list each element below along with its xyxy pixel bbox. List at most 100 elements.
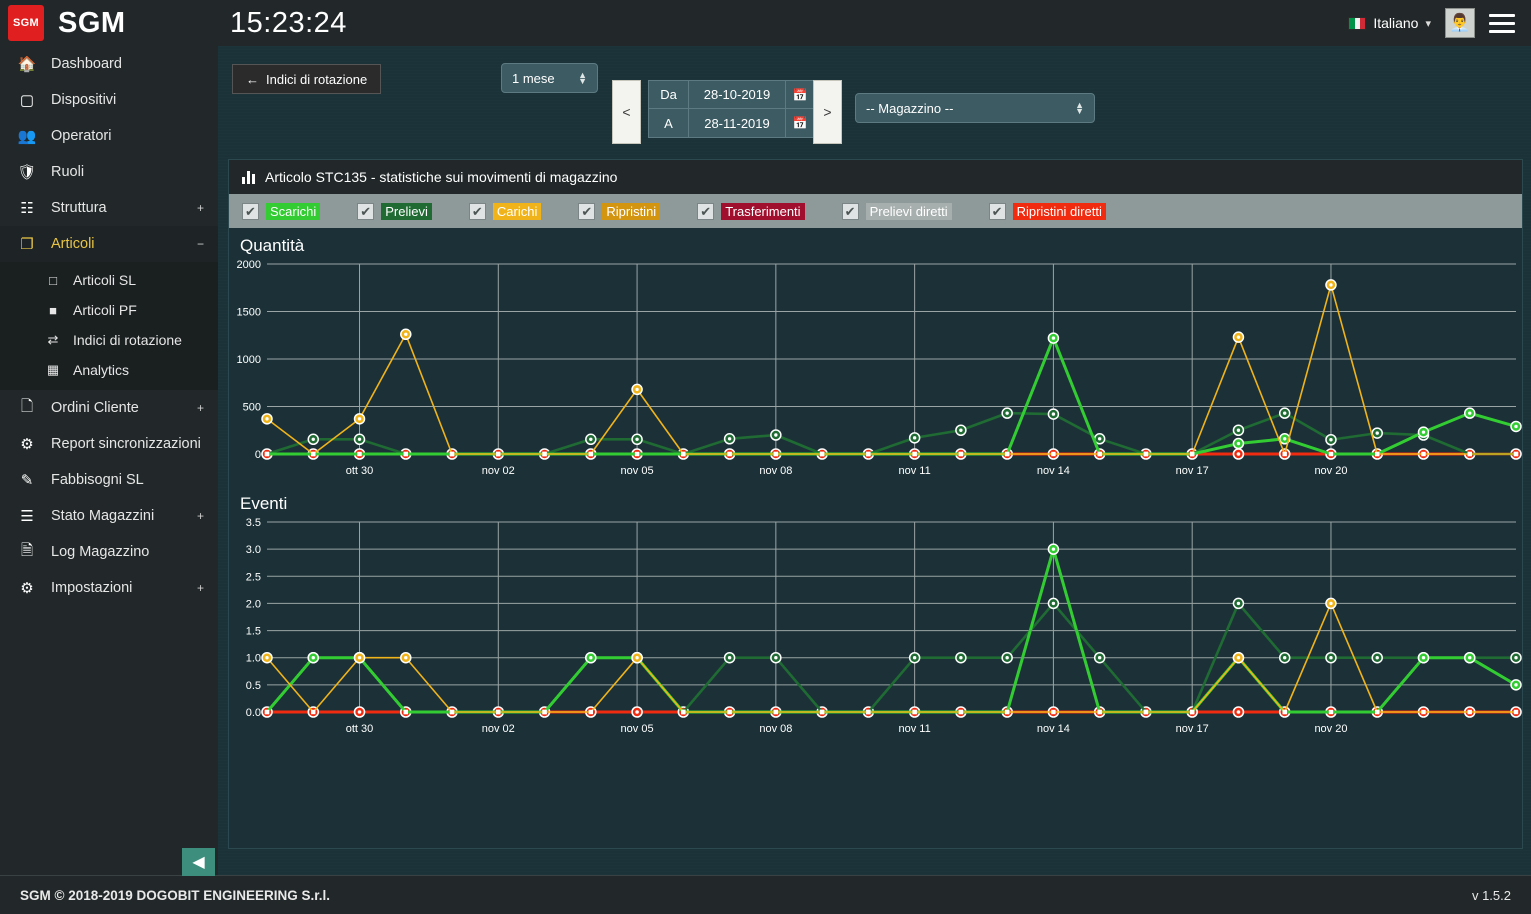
cogs-icon: ⚙ xyxy=(20,436,34,453)
sidebar-submenu-articoli: □ Articoli SL ■ Articoli PF ⇄ Indici di … xyxy=(0,262,218,390)
sidebar-item-label: Dashboard xyxy=(51,56,122,72)
calendar-icon[interactable]: 📅 xyxy=(786,81,814,108)
expand-plus-icon[interactable]: + xyxy=(197,401,204,415)
sidebar-item-label: Articoli xyxy=(51,236,95,252)
sidebar-item-stato-magazzini[interactable]: ☰ Stato Magazzini + xyxy=(0,498,218,534)
sidebar-item-impostazioni[interactable]: ⚙ Impostazioni + xyxy=(0,570,218,606)
sidebar-collapse-button[interactable]: ◀ xyxy=(182,848,215,876)
expand-plus-icon[interactable]: + xyxy=(197,581,204,595)
sidebar-item-label: Stato Magazzini xyxy=(51,508,155,524)
checkbox-icon[interactable]: ✔ xyxy=(697,202,715,220)
chevron-down-icon: ▾ xyxy=(1425,17,1431,30)
expand-plus-icon[interactable]: + xyxy=(197,509,204,523)
sidebar-subitem-label: Articoli PF xyxy=(73,302,137,318)
tablet-icon: ▢ xyxy=(19,92,35,109)
chart-quantita-svg[interactable]: 0 500 1000 1500 2000 ott 30 nov 02 nov 05 nov 08… xyxy=(229,256,1522,486)
legend-item-prelievi-diretti[interactable]: ✔ Prelievi diretti xyxy=(841,202,952,220)
svg-text:2000: 2000 xyxy=(237,259,261,271)
svg-text:3.0: 3.0 xyxy=(246,544,261,556)
svg-text:nov 05: nov 05 xyxy=(621,465,654,477)
warehouse-select[interactable]: -- Magazzino -- ▲ ▼ xyxy=(855,93,1095,123)
sidebar-item-label: Dispositivi xyxy=(51,92,117,108)
chart-quantita: Quantità 0 500 1000 1500 2000 ott 30 nov 02 nov… xyxy=(229,228,1522,486)
legend-label: Carichi xyxy=(492,202,542,220)
sidebar-item-label: Ruoli xyxy=(51,164,85,180)
sidebar-item-ruoli[interactable]: 🛡 Ruoli xyxy=(0,154,218,190)
italy-flag-icon xyxy=(1348,16,1367,30)
sidebar-item-articoli-pf[interactable]: ■ Articoli PF xyxy=(0,295,218,325)
sidebar-item-dispositivi[interactable]: ▢ Dispositivi xyxy=(0,82,218,118)
legend-label: Ripristini xyxy=(602,202,661,220)
checkbox-icon[interactable]: ✔ xyxy=(468,202,486,220)
sidebar-item-label: Report sincronizzazioni xyxy=(51,436,201,452)
prev-period-button[interactable]: < xyxy=(612,80,641,144)
checkbox-icon[interactable]: ✔ xyxy=(578,202,596,220)
square-filled-icon: ■ xyxy=(49,302,57,318)
series-legend: ✔ Scarichi ✔ Prelievi ✔ Carichi ✔ Ripristini ✔ Tr… xyxy=(229,194,1522,228)
home-icon: 🏠 xyxy=(17,56,37,73)
sidebar-item-log-magazzino[interactable]: 🗎 Log Magazzino xyxy=(0,534,218,570)
legend-label: Ripristini diretti xyxy=(1012,202,1106,220)
language-selector[interactable]: Italiano ▾ xyxy=(1348,15,1431,31)
legend-item-ripristini-diretti[interactable]: ✔ Ripristini diretti xyxy=(988,202,1106,220)
sidebar-item-struttura[interactable]: ☷ Struttura + xyxy=(0,190,218,226)
sidebar-item-fabbisogni-sl[interactable]: ✎ Fabbisogni SL xyxy=(0,462,218,498)
chart-eventi: Eventi 0.0 0.5 1.0 1.5 2.0 2.5 3.0 3.5 ott 30 nov… xyxy=(229,486,1522,744)
checkbox-icon[interactable]: ✔ xyxy=(357,202,375,220)
legend-label: Trasferimenti xyxy=(721,202,805,220)
sidebar-item-dashboard[interactable]: 🏠 Dashboard xyxy=(0,46,218,82)
date-range: Da 28-10-2019 📅 A 28-11-2019 📅 xyxy=(648,80,815,138)
svg-text:0.0: 0.0 xyxy=(246,707,261,719)
expand-plus-icon[interactable]: + xyxy=(197,201,204,215)
chart-title: Quantità xyxy=(240,236,305,255)
chart-eventi-svg[interactable]: 0.0 0.5 1.0 1.5 2.0 2.5 3.0 3.5 ott 30 nov 02 nov … xyxy=(229,514,1522,744)
sidebar-item-articoli[interactable]: ❐ Articoli − xyxy=(0,226,218,262)
avatar[interactable]: 👨‍💼 xyxy=(1445,8,1475,38)
sgm-logo-icon: SGM xyxy=(8,5,44,41)
statistics-panel: Articolo STC135 - statistiche sui movime… xyxy=(228,159,1523,849)
checkbox-icon[interactable]: ✔ xyxy=(988,202,1006,220)
sidebar-item-indici-di-rotazione[interactable]: ⇄ Indici di rotazione xyxy=(0,325,218,355)
panel-title: Articolo STC135 - statistiche sui movime… xyxy=(265,169,618,185)
checkbox-icon[interactable]: ✔ xyxy=(242,202,259,220)
back-button[interactable]: ← Indici di rotazione xyxy=(232,64,382,94)
legend-item-ripristini[interactable]: ✔ Ripristini xyxy=(578,202,661,220)
period-select-value: 1 mese xyxy=(512,70,555,86)
legend-item-prelievi[interactable]: ✔ Prelievi xyxy=(357,202,432,220)
top-bar: SGM SGM 15:23:24 Italiano ▾ 👨‍💼 xyxy=(0,0,1531,46)
svg-text:2.0: 2.0 xyxy=(246,598,261,610)
next-period-button[interactable]: > xyxy=(813,80,842,144)
date-to-input[interactable]: 28-11-2019 xyxy=(689,109,786,137)
collapse-minus-icon[interactable]: − xyxy=(197,237,204,251)
version-text: v 1.5.2 xyxy=(1471,887,1511,903)
legend-item-carichi[interactable]: ✔ Carichi xyxy=(468,202,542,220)
svg-text:nov 08: nov 08 xyxy=(759,723,792,735)
shield-icon: 🛡 xyxy=(17,164,37,181)
calendar-icon[interactable]: 📅 xyxy=(786,109,814,137)
sitemap-icon: ☷ xyxy=(20,200,34,217)
period-select[interactable]: 1 mese ▲ ▼ xyxy=(501,63,598,93)
date-from-input[interactable]: 28-10-2019 xyxy=(689,81,786,108)
footer: SGM © 2018-2019 DOGOBIT ENGINEERING S.r.… xyxy=(0,875,1531,914)
sidebar-item-articoli-sl[interactable]: □ Articoli SL xyxy=(0,265,218,295)
sidebar-item-label: Operatori xyxy=(51,128,112,144)
back-button-label: Indici di rotazione xyxy=(266,71,368,87)
toolbar: ← Indici di rotazione 1 mese ▲ ▼ < Da 28-… xyxy=(218,46,1531,159)
hamburger-icon[interactable] xyxy=(1489,13,1515,33)
svg-text:nov 11: nov 11 xyxy=(899,465,931,477)
copyright-text: SGM © 2018-2019 DOGOBIT ENGINEERING S.r.… xyxy=(20,887,331,903)
date-from-row: Da 28-10-2019 📅 xyxy=(649,81,814,109)
brand-area[interactable]: SGM SGM xyxy=(0,0,218,46)
svg-text:1500: 1500 xyxy=(237,307,261,319)
sidebar-item-report-sincronizzazioni[interactable]: ⚙ Report sincronizzazioni xyxy=(0,426,218,462)
date-from-label: Da xyxy=(649,81,689,108)
legend-item-trasferimenti[interactable]: ✔ Trasferimenti xyxy=(697,202,805,220)
checkbox-icon[interactable]: ✔ xyxy=(841,202,859,220)
language-label: Italiano xyxy=(1373,15,1419,31)
sidebar-item-operatori[interactable]: 👥 Operatori xyxy=(0,118,218,154)
sidebar-item-label: Fabbisogni SL xyxy=(51,472,144,488)
sidebar-subitem-label: Articoli SL xyxy=(73,272,137,288)
sidebar-item-ordini-cliente[interactable]: 🗋 Ordini Cliente + xyxy=(0,390,218,426)
sidebar-item-analytics[interactable]: ▦ Analytics xyxy=(0,355,218,385)
legend-item-scarichi[interactable]: ✔ Scarichi xyxy=(242,202,321,220)
